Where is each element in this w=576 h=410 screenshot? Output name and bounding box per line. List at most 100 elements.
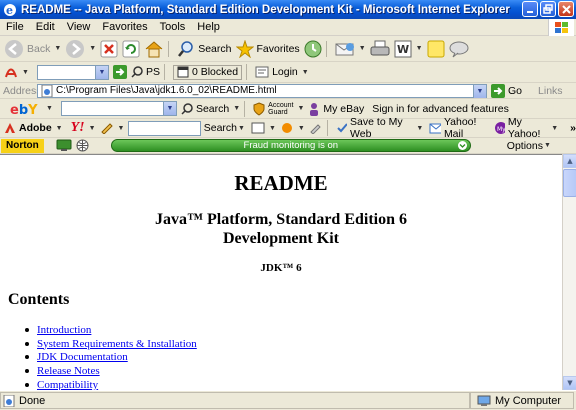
list-item: JDK Documentation	[25, 350, 197, 364]
scroll-down-arrow-icon[interactable]: ▼	[563, 376, 576, 390]
account-guard-button[interactable]: Account Guard ▼	[253, 102, 304, 116]
my-yahoo-label: My Yahoo!	[507, 116, 541, 140]
ebay-logo-icon: ebY	[10, 103, 38, 116]
svg-text:My: My	[497, 126, 505, 133]
edit-word-button[interactable]: W ▼	[394, 40, 423, 58]
ebay-search-button[interactable]: Search ▼	[181, 103, 240, 115]
save-to-my-web-button[interactable]: Save to My Web ▼	[336, 116, 423, 140]
links-button[interactable]: Links	[538, 85, 563, 97]
refresh-button[interactable]	[122, 40, 140, 58]
fraud-monitoring-status[interactable]: Fraud monitoring is on	[110, 139, 471, 152]
go-button[interactable]: Go	[491, 83, 522, 98]
toc-link-system-requirements[interactable]: System Requirements & Installation	[37, 338, 197, 350]
my-yahoo-button[interactable]: My My Yahoo! ▼	[495, 116, 558, 140]
shield-icon	[253, 101, 265, 116]
page-content: README Java™ Platform, Standard Edition …	[0, 154, 562, 390]
messenger-button[interactable]	[449, 40, 469, 58]
forward-button[interactable]: ▼	[65, 39, 96, 59]
home-icon	[145, 40, 163, 57]
vertical-scrollbar[interactable]: ▲ ▼	[562, 154, 576, 390]
ebay-sign-in-link[interactable]: Sign in for advanced features	[372, 103, 509, 115]
ebay-search-input[interactable]: ▼	[60, 101, 177, 116]
windows-flag-icon	[548, 19, 574, 36]
highlight-icon	[310, 124, 321, 134]
history-button[interactable]	[304, 40, 322, 58]
acrobat-button[interactable]: ▼	[4, 65, 29, 79]
search-icon	[178, 40, 193, 57]
page-done-icon	[3, 394, 15, 407]
notes-button[interactable]	[427, 40, 445, 58]
monitor-icon	[56, 139, 72, 151]
word-icon: W	[394, 40, 412, 57]
norton-globe-button[interactable]	[76, 139, 89, 152]
contents-list: Introduction System Requirements & Insta…	[25, 323, 197, 390]
fraud-status-label: Fraud monitoring is on	[243, 140, 339, 151]
bookmark-icon	[251, 122, 265, 134]
search-button[interactable]: Search	[177, 40, 232, 58]
address-url: C:\Program Files\Java\jdk1.6.0_02\README…	[56, 85, 277, 96]
address-label: Address	[3, 84, 42, 97]
menu-file[interactable]: File	[0, 21, 30, 33]
favorites-button[interactable]: Favorites	[235, 39, 300, 58]
yahoo-pencil-button[interactable]: ▼	[100, 122, 124, 134]
norton-monitor-button[interactable]	[56, 139, 72, 152]
address-field[interactable]: C:\Program Files\Java\jdk1.6.0_02\README…	[37, 83, 487, 98]
minimize-icon	[527, 11, 533, 13]
menu-tools[interactable]: Tools	[154, 21, 192, 33]
yahoo-mail-label: Yahoo! Mail	[443, 116, 477, 140]
menu-edit[interactable]: Edit	[30, 21, 61, 33]
ps-button[interactable]: PS	[131, 66, 160, 78]
search-label: Search	[198, 42, 232, 55]
save-to-my-web-label: Save to My Web	[350, 116, 403, 140]
mail-icon	[429, 123, 441, 133]
popup-blocker-button[interactable]: 0 Blocked	[172, 64, 243, 80]
menu-favorites[interactable]: Favorites	[96, 21, 153, 33]
yahoo-antispy-button[interactable]: ▼	[280, 122, 305, 134]
my-ebay-button[interactable]: My eBay	[308, 102, 364, 116]
title-bar[interactable]: e README -- Java Platform, Standard Edit…	[0, 0, 576, 19]
toc-link-release-notes[interactable]: Release Notes	[37, 365, 100, 377]
toolbar-overflow-chevron[interactable]: »	[570, 122, 576, 134]
yahoo-logo-button[interactable]: Y! ▼	[71, 120, 96, 136]
addon-go-button[interactable]	[112, 65, 127, 79]
my-ebay-label: My eBay	[323, 102, 365, 115]
toc-link-jdk-documentation[interactable]: JDK Documentation	[37, 351, 128, 363]
menu-view[interactable]: View	[61, 21, 97, 33]
menu-help[interactable]: Help	[191, 21, 226, 33]
login-button[interactable]: Login ▼	[255, 66, 309, 78]
yahoo-search-button[interactable]: Search	[204, 122, 237, 134]
yahoo-highlight-button[interactable]	[309, 122, 323, 134]
yahoo-bookmarks-button[interactable]: ▼	[251, 122, 276, 134]
adobe-button[interactable]: Adobe ▼	[4, 122, 63, 134]
norton-options-button[interactable]: Options	[507, 140, 543, 152]
scroll-up-arrow-icon[interactable]: ▲	[563, 154, 576, 168]
window-title: README -- Java Platform, Standard Editio…	[21, 3, 510, 16]
maximize-button[interactable]	[540, 1, 556, 17]
yahoo-mail-button[interactable]: Yahoo! Mail	[429, 116, 489, 140]
toc-link-compatibility[interactable]: Compatibility	[37, 379, 98, 390]
ps-label: PS	[145, 66, 160, 78]
close-icon	[561, 4, 571, 14]
printer-icon	[370, 40, 390, 55]
scrollbar-thumb[interactable]	[563, 169, 576, 197]
norton-logo-label: Norton	[6, 140, 39, 151]
list-item: System Requirements & Installation	[25, 337, 197, 351]
restore-icon	[543, 4, 553, 14]
status-main-pane: Done	[0, 392, 470, 409]
addon-search-input[interactable]: ▼	[36, 64, 109, 80]
back-button[interactable]: Back ▼	[4, 39, 61, 59]
list-item: Compatibility	[25, 378, 197, 390]
print-button[interactable]	[370, 40, 390, 58]
mail-button[interactable]: ▼	[335, 41, 366, 57]
home-button[interactable]	[144, 40, 164, 58]
address-dropdown-icon[interactable]: ▼	[473, 84, 486, 98]
status-zone-pane: My Computer	[470, 392, 574, 409]
ebay-search-label: Search	[195, 102, 230, 115]
ebay-logo-button[interactable]: ebY ▼	[10, 102, 53, 116]
minimize-button[interactable]	[522, 1, 538, 17]
stop-button[interactable]	[100, 40, 118, 58]
toc-link-introduction[interactable]: Introduction	[37, 324, 91, 336]
norton-logo[interactable]: Norton	[1, 138, 44, 153]
yahoo-search-input[interactable]	[128, 120, 201, 136]
close-button[interactable]	[558, 1, 574, 17]
